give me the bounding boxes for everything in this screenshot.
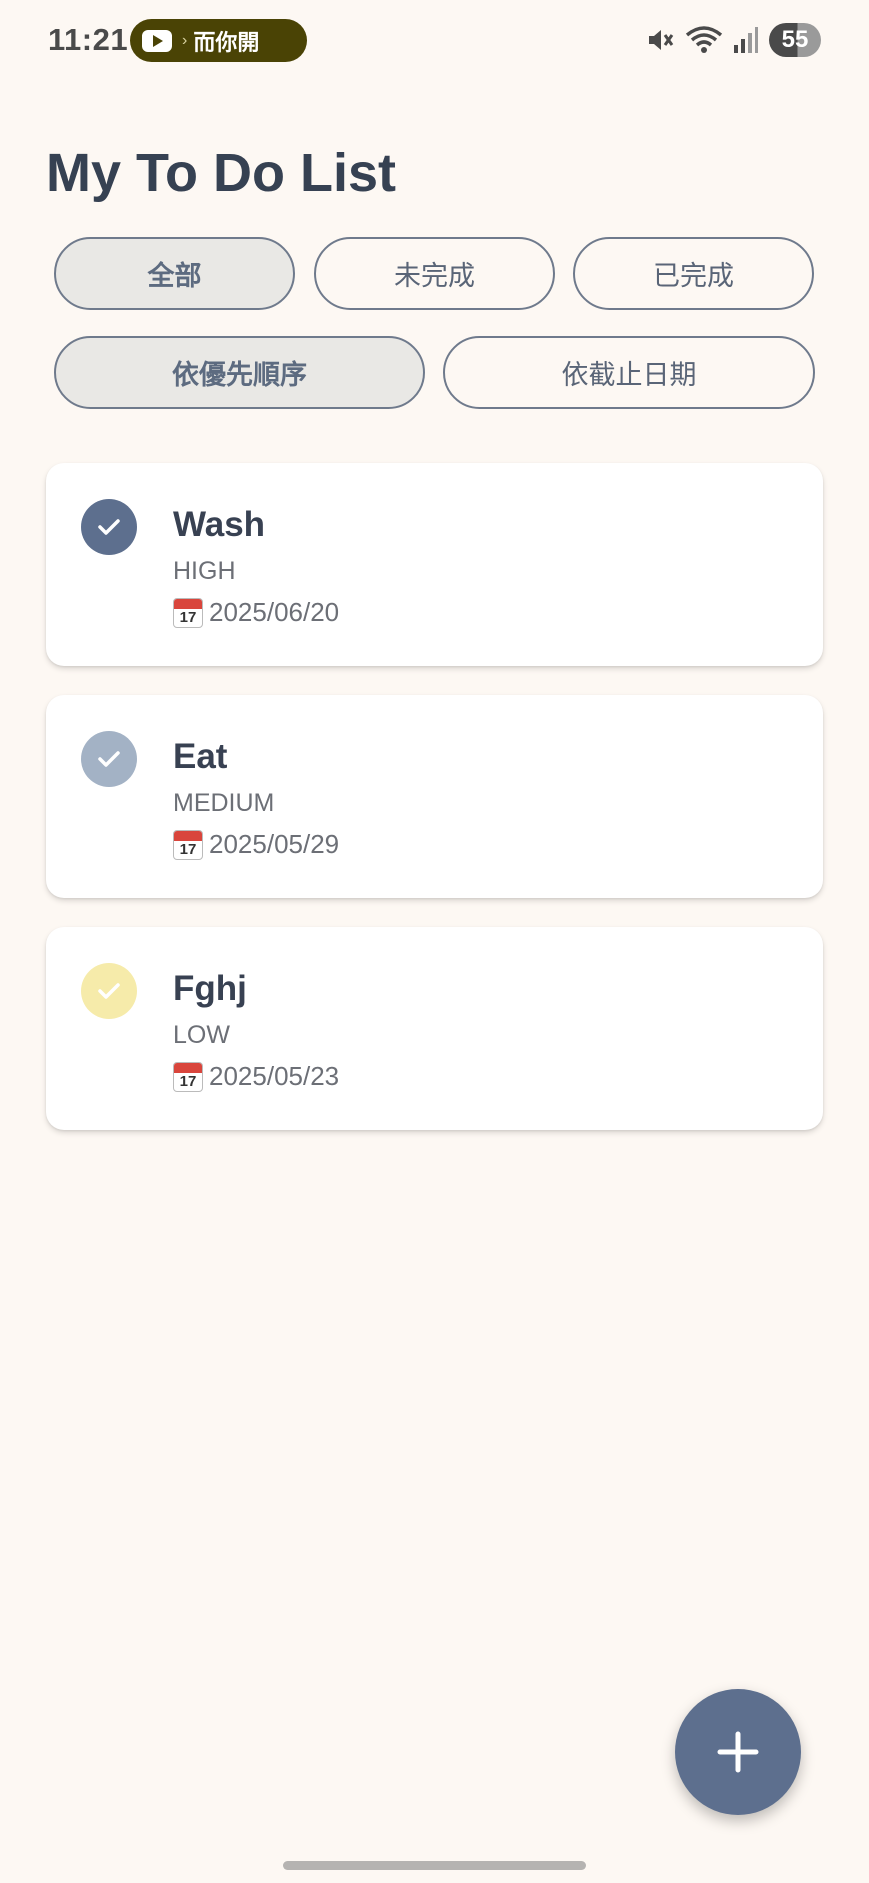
check-icon	[98, 983, 120, 999]
add-task-button[interactable]	[675, 1689, 801, 1815]
task-due-date: 17 2025/05/23	[173, 1061, 339, 1092]
sort-by-due-date-button[interactable]: 依截止日期	[443, 336, 815, 409]
task-card[interactable]: Eat MEDIUM 17 2025/05/29	[46, 695, 823, 898]
task-date-text: 2025/06/20	[209, 597, 340, 627]
complete-toggle[interactable]	[81, 963, 137, 1019]
calendar-icon: 17	[173, 829, 203, 860]
task-title: Eat	[173, 737, 228, 776]
task-due-date: 17 2025/06/20	[173, 597, 339, 628]
task-title: Fghj	[173, 969, 247, 1008]
media-indicator[interactable]: › 而你開	[130, 19, 307, 62]
check-icon	[98, 519, 120, 535]
complete-toggle[interactable]	[81, 731, 137, 787]
page-title: My To Do List	[46, 143, 396, 203]
filter-completed-button[interactable]: 已完成	[573, 237, 814, 310]
task-due-date: 17 2025/05/29	[173, 829, 339, 860]
task-priority: LOW	[173, 1021, 230, 1049]
separator-dot: ›	[182, 31, 188, 49]
battery-icon: 55	[769, 23, 821, 57]
task-card[interactable]: Fghj LOW 17 2025/05/23	[46, 927, 823, 1130]
task-priority: MEDIUM	[173, 789, 275, 817]
check-icon	[98, 751, 120, 767]
complete-toggle[interactable]	[81, 499, 137, 555]
calendar-icon: 17	[173, 1061, 203, 1092]
signal-icon	[734, 27, 758, 53]
media-title: 而你開	[193, 29, 260, 55]
task-date-text: 2025/05/23	[209, 1061, 340, 1091]
filter-incomplete-button[interactable]: 未完成	[314, 237, 555, 310]
task-date-text: 2025/05/29	[209, 829, 340, 859]
wifi-icon	[685, 26, 723, 53]
task-priority: HIGH	[173, 557, 236, 585]
status-icons: 55	[645, 22, 821, 58]
status-time: 11:21	[48, 22, 129, 57]
task-card[interactable]: Wash HIGH 17 2025/06/20	[46, 463, 823, 666]
plus-icon	[717, 1731, 759, 1773]
calendar-icon: 17	[173, 597, 203, 628]
youtube-icon	[142, 29, 172, 52]
sort-by-priority-button[interactable]: 依優先順序	[54, 336, 425, 409]
status-bar: 11:21 › 而你開 55	[0, 0, 869, 80]
home-indicator[interactable]	[283, 1861, 586, 1870]
mute-icon	[649, 30, 674, 50]
task-title: Wash	[173, 505, 266, 544]
filter-all-button[interactable]: 全部	[54, 237, 295, 310]
